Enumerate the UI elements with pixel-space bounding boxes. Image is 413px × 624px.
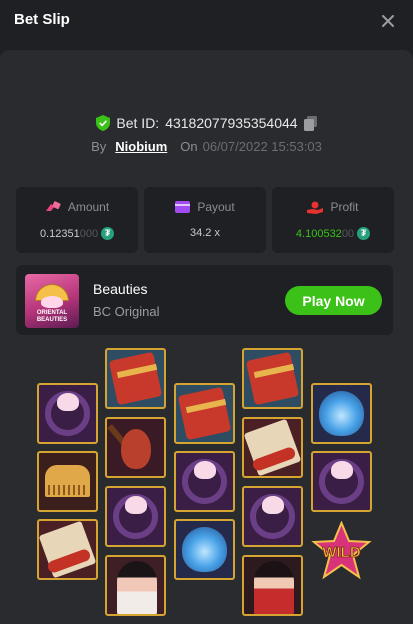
bet-by-row: By Niobium On 06/07/2022 15:53:03 <box>0 136 413 156</box>
profit-value: 4.10053200 ₮ <box>272 227 394 240</box>
amount-label-row: Amount <box>16 200 138 214</box>
thumbnail-title-line1: ORIENTAL <box>36 310 68 316</box>
close-icon[interactable] <box>377 10 399 32</box>
profit-value-dim: 00 <box>341 227 355 240</box>
wild-label: WILD <box>322 544 360 561</box>
tether-coin-icon: ₮ <box>357 227 371 240</box>
slot-symbol-scroll <box>242 417 303 478</box>
slot-symbol-book <box>242 348 303 409</box>
payout-label: Payout <box>197 200 235 214</box>
profit-card: Profit 4.10053200 ₮ <box>272 187 394 253</box>
slot-symbol-lady <box>242 555 303 616</box>
wallet-icon <box>175 201 191 213</box>
copy-icon[interactable] <box>303 115 317 131</box>
slot-symbol-lady <box>105 555 166 616</box>
slot-symbol-ring <box>174 451 235 512</box>
bet-id-row: Bet ID: 4318207793535404​4 <box>0 113 413 133</box>
payout-label-row: Payout <box>144 200 266 214</box>
tether-coin-icon: ₮ <box>101 227 115 240</box>
slot-symbol-ring <box>242 486 303 547</box>
slot-symbol-wild: WILD <box>311 521 372 580</box>
amount-value-dim: 000 <box>79 227 99 240</box>
profit-label-row: Profit <box>272 200 394 214</box>
hand-coin-icon <box>307 201 324 214</box>
slot-symbol-book <box>174 383 235 444</box>
game-thumbnail[interactable]: ORIENTAL BEAUTIES <box>25 274 79 328</box>
page-title: Bet Slip <box>14 11 70 28</box>
lotus-graphic <box>41 296 63 308</box>
shield-check-icon <box>96 115 111 131</box>
payout-value-main: 34.2 x <box>190 227 220 239</box>
slot-symbol-book <box>105 348 166 409</box>
on-label: On <box>180 138 198 154</box>
coins-icon <box>45 201 61 211</box>
bet-slip-header: Bet Slip <box>0 0 413 44</box>
slot-symbol-lotus <box>311 383 372 444</box>
slot-symbol-pipa <box>105 417 166 478</box>
profit-value-main: 4.100532 <box>295 227 342 240</box>
game-name[interactable]: Beauties <box>93 281 147 297</box>
bet-date: 06/07/2022 15:53:03 <box>202 138 322 154</box>
amount-card: Amount 0.12351000 ₮ <box>16 187 138 253</box>
bet-id-value: 4318207793535404​4 <box>165 115 298 131</box>
slot-symbol-comb <box>37 451 98 512</box>
payout-value: 34.2 x <box>144 227 266 239</box>
slot-symbol-scroll <box>37 519 98 580</box>
profit-label: Profit <box>330 200 359 214</box>
amount-value: 0.12351000 ₮ <box>16 227 138 240</box>
slot-symbol-ring <box>311 451 372 512</box>
payout-card: Payout 34.2 x <box>144 187 266 253</box>
game-card: ORIENTAL BEAUTIES Beauties BC Original P… <box>16 265 393 335</box>
amount-value-main: 0.12351 <box>39 227 80 240</box>
play-now-button[interactable]: Play Now <box>285 286 382 315</box>
bet-id-label: Bet ID: <box>116 115 160 131</box>
thumbnail-title-line2: BEAUTIES <box>36 317 68 323</box>
by-label: By <box>91 138 107 154</box>
user-link[interactable]: Niobium <box>115 139 167 154</box>
amount-label: Amount <box>67 200 110 214</box>
game-provider: BC Original <box>93 304 160 319</box>
slot-symbol-ring <box>105 486 166 547</box>
thumbnail-title: ORIENTAL BEAUTIES <box>25 310 79 324</box>
slot-symbol-ring <box>37 383 98 444</box>
slot-symbol-lotus <box>174 519 235 580</box>
